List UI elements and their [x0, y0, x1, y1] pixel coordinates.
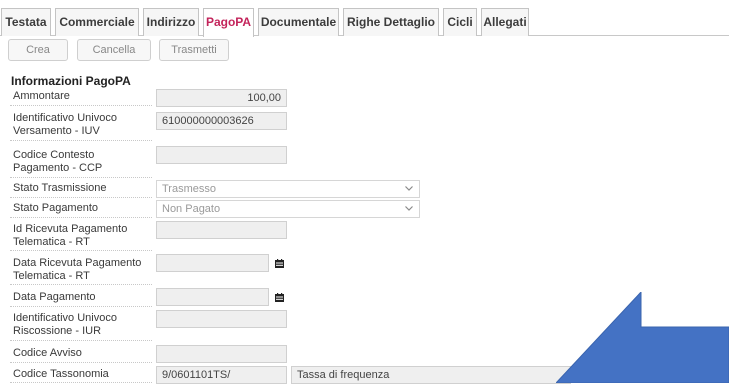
taxonomy-description-field[interactable]: Tassa di frequenza [291, 366, 571, 384]
delete-button[interactable]: Cancella [77, 39, 151, 61]
rt-date-label-line1: Data Ricevuta Pagamento [13, 257, 142, 269]
notice-code-label: Codice Avviso [13, 347, 82, 359]
iur-field[interactable] [156, 310, 287, 328]
form-row-rt-date: Data Ricevuta Pagamento Telematica - RT [10, 254, 152, 285]
rt-id-field[interactable] [156, 221, 287, 239]
ccp-field[interactable] [156, 146, 287, 164]
form-row-iuv: Identificativo Univoco Versamento - IUV [10, 109, 152, 141]
section-title: Informazioni PagoPA [11, 74, 131, 88]
form-row-amount: Ammontare [10, 87, 152, 106]
notice-code-field[interactable] [156, 345, 287, 363]
payment-status-select[interactable]: Non Pagato [156, 200, 420, 218]
transmission-status-label: Stato Trasmissione [13, 182, 107, 194]
form-row-ccp: Codice Contesto Pagamento - CCP [10, 146, 152, 178]
iuv-field[interactable]: 610000000003626 [156, 112, 287, 130]
payment-date-field[interactable] [156, 288, 269, 306]
iuv-label-line2: Versamento - IUV [13, 125, 100, 137]
tab-bar: Testata Commerciale Indirizzo PagoPA Doc… [0, 0, 729, 37]
taxonomy-code-field[interactable]: 9/0601101TS/ [156, 366, 287, 384]
form-row-payment-date: Data Pagamento [10, 288, 152, 307]
amount-field[interactable]: 100,00 [156, 89, 287, 107]
iur-label-line2: Riscossione - IUR [13, 325, 102, 337]
annotation-arrow [556, 292, 729, 383]
transmission-status-value: Trasmesso [162, 183, 216, 195]
form-row-payment-status: Stato Pagamento [10, 200, 152, 218]
form-row-rt-id: Id Ricevuta Pagamento Telematica - RT [10, 220, 152, 251]
amount-label: Ammontare [13, 90, 70, 102]
transmission-status-select[interactable]: Trasmesso [156, 180, 420, 198]
tab-testata[interactable]: Testata [1, 8, 51, 36]
payment-date-label: Data Pagamento [13, 291, 96, 303]
payment-status-value: Non Pagato [162, 203, 221, 215]
rt-id-label-line1: Id Ricevuta Pagamento [13, 223, 128, 235]
tab-commerciale[interactable]: Commerciale [55, 8, 139, 36]
tab-cicli[interactable]: Cicli [443, 8, 477, 36]
rt-date-label-line2: Telematica - RT [13, 270, 90, 282]
form-row-transmission-status: Stato Trasmissione [10, 180, 152, 198]
rt-id-label-line2: Telematica - RT [13, 236, 90, 248]
iuv-label-line1: Identificativo Univoco [13, 112, 117, 124]
form-row-taxonomy: Codice Tassonomia [10, 365, 152, 383]
rt-date-field[interactable] [156, 254, 269, 272]
calendar-icon[interactable] [275, 259, 284, 268]
ccp-label-line1: Codice Contesto [13, 149, 95, 161]
tab-documentale[interactable]: Documentale [258, 8, 339, 36]
ccp-label-line2: Pagamento - CCP [13, 162, 103, 174]
payment-status-label: Stato Pagamento [13, 202, 99, 214]
iur-label-line1: Identificativo Univoco [13, 312, 117, 324]
calendar-icon[interactable] [275, 293, 284, 302]
form-row-iur: Identificativo Univoco Riscossione - IUR [10, 309, 152, 341]
chevron-down-icon [405, 206, 413, 211]
tab-pagopa[interactable]: PagoPA [203, 8, 254, 37]
tab-allegati[interactable]: Allegati [481, 8, 529, 36]
tab-indirizzo[interactable]: Indirizzo [143, 8, 199, 36]
chevron-down-icon [405, 186, 413, 191]
taxonomy-label: Codice Tassonomia [13, 368, 109, 380]
tab-righe-dettaglio[interactable]: Righe Dettaglio [343, 8, 439, 36]
transmit-button[interactable]: Trasmetti [159, 39, 229, 61]
create-button[interactable]: Crea [8, 39, 68, 61]
form-row-notice-code: Codice Avviso [10, 344, 152, 363]
